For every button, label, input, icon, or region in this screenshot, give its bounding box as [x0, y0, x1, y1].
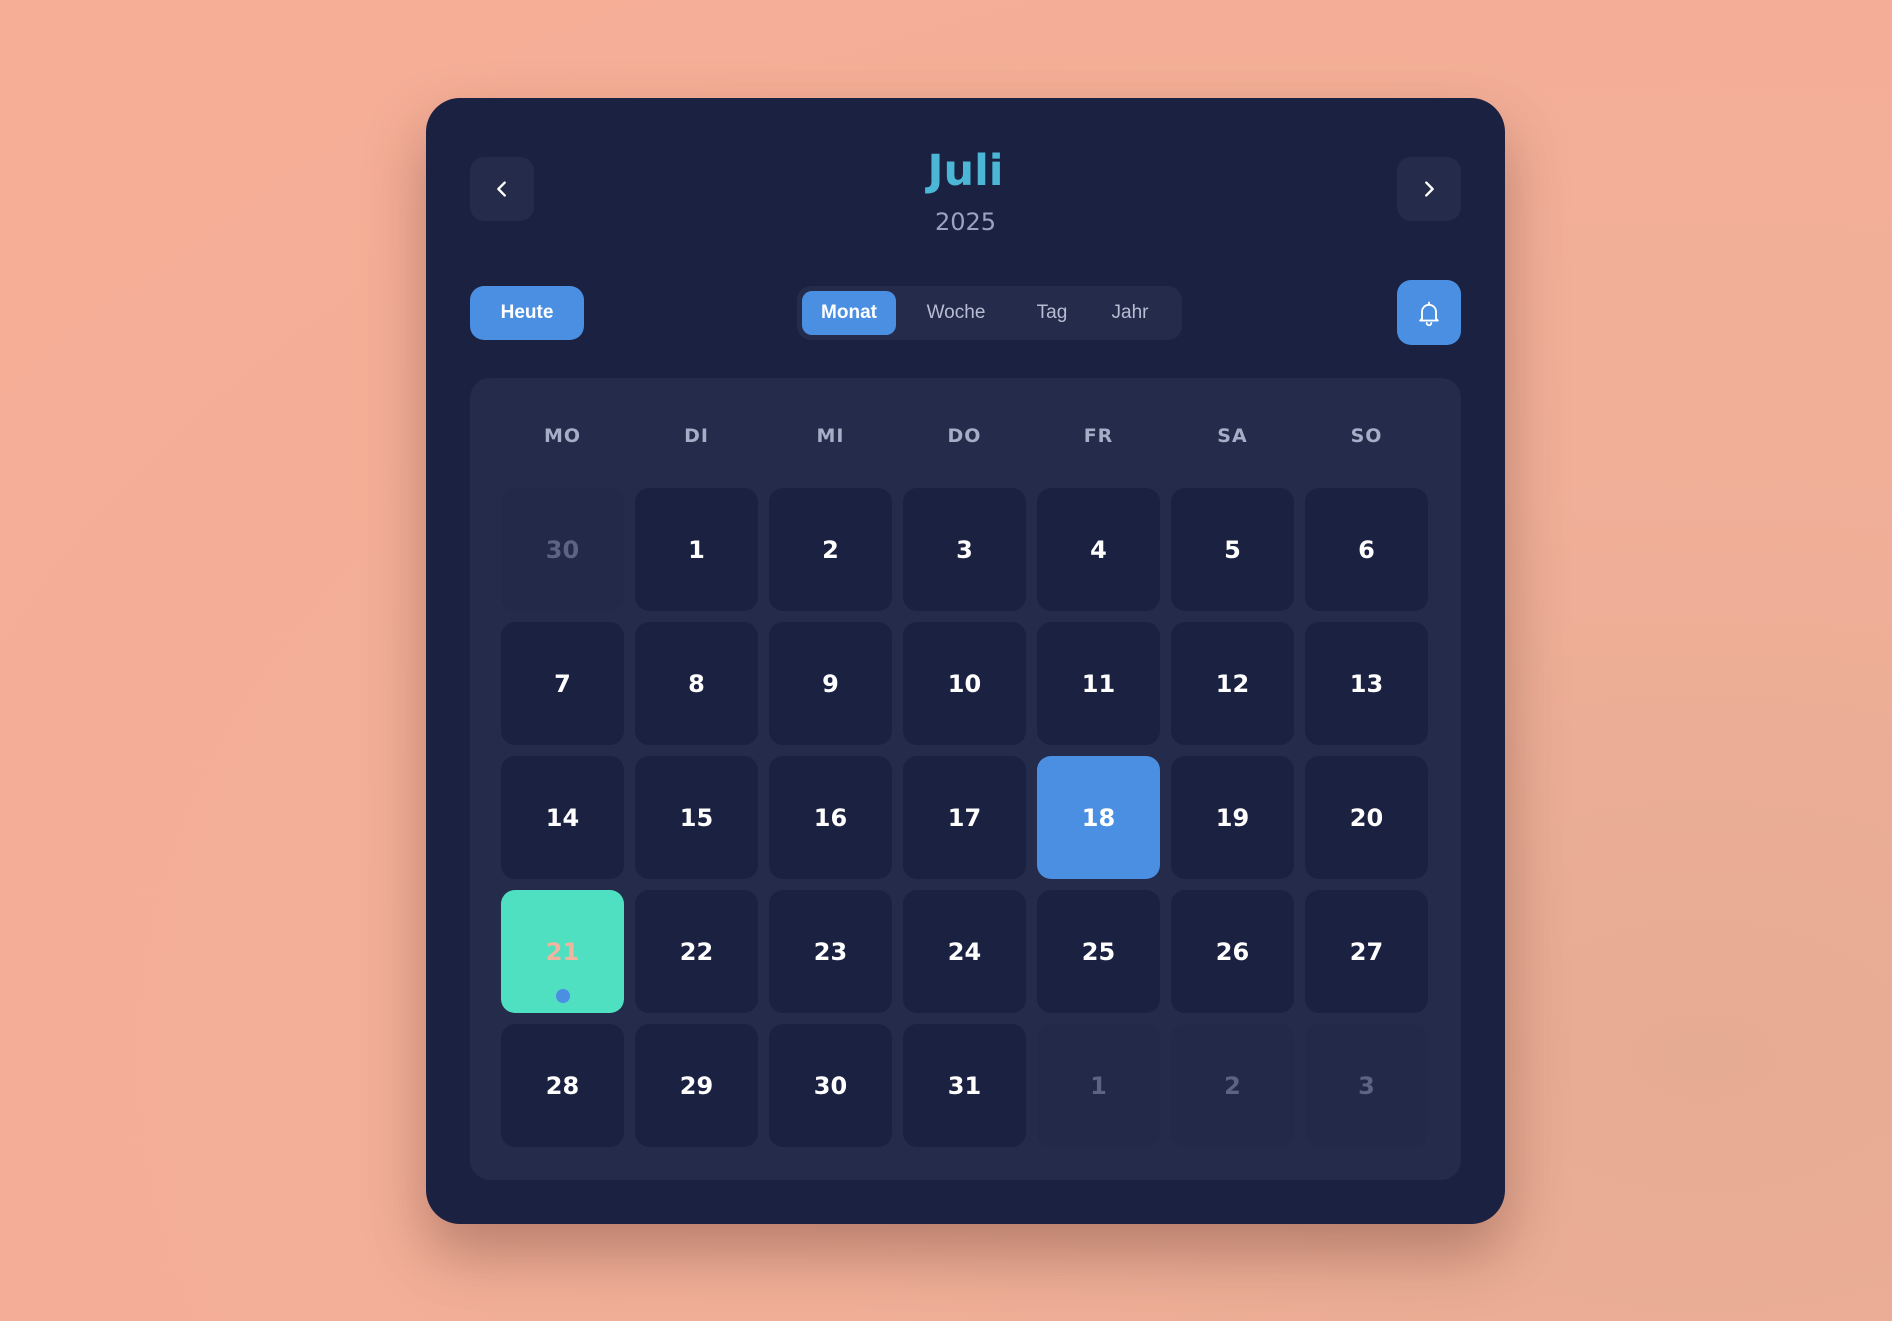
tab-week[interactable]: Woche: [896, 291, 1016, 335]
day-cell-next-month[interactable]: 2: [1171, 1024, 1294, 1147]
weekday-header: MO DI MI DO FR SA SO: [501, 416, 1430, 456]
day-cell-next-month[interactable]: 3: [1305, 1024, 1428, 1147]
day-cell-prev-month[interactable]: 30: [501, 488, 624, 611]
day-cell[interactable]: 12: [1171, 622, 1294, 745]
day-cell-today[interactable]: 21: [501, 890, 624, 1013]
day-cell[interactable]: 15: [635, 756, 758, 879]
tab-month[interactable]: Monat: [802, 291, 896, 335]
day-number: 21: [545, 937, 580, 966]
weekday-label: DI: [684, 425, 709, 447]
weekday-label: MO: [543, 425, 582, 447]
tab-day[interactable]: Tag: [1016, 291, 1088, 335]
day-cell[interactable]: 7: [501, 622, 624, 745]
chevron-right-icon: [1425, 181, 1434, 197]
day-cell[interactable]: 3: [903, 488, 1026, 611]
weekday-label: SA: [1217, 425, 1248, 447]
day-cell[interactable]: 24: [903, 890, 1026, 1013]
day-cell[interactable]: 4: [1037, 488, 1160, 611]
day-cell[interactable]: 26: [1171, 890, 1294, 1013]
day-cell[interactable]: 2: [769, 488, 892, 611]
weekday-label: DO: [947, 425, 982, 447]
next-month-button[interactable]: [1397, 157, 1461, 221]
weekday-label: FR: [1083, 425, 1114, 447]
tab-year[interactable]: Jahr: [1088, 291, 1172, 335]
day-cell[interactable]: 9: [769, 622, 892, 745]
weekday-label: MI: [816, 425, 845, 447]
bell-icon: [1419, 301, 1439, 326]
calendar-grid: MO DI MI DO FR SA SO 30 1 2 3 4 5 6 7 8 …: [470, 378, 1461, 1180]
day-cell[interactable]: 6: [1305, 488, 1428, 611]
day-cell[interactable]: 20: [1305, 756, 1428, 879]
day-cell[interactable]: 25: [1037, 890, 1160, 1013]
day-cell[interactable]: 17: [903, 756, 1026, 879]
day-cell[interactable]: 28: [501, 1024, 624, 1147]
day-cell[interactable]: 30: [769, 1024, 892, 1147]
month-title: Juli: [927, 146, 1004, 196]
day-cell[interactable]: 1: [635, 488, 758, 611]
day-cell[interactable]: 14: [501, 756, 624, 879]
day-cell[interactable]: 31: [903, 1024, 1026, 1147]
event-dot-icon: [556, 989, 570, 1003]
weekday-label: SO: [1350, 425, 1383, 447]
day-cell[interactable]: 10: [903, 622, 1026, 745]
day-cell[interactable]: 22: [635, 890, 758, 1013]
day-cell[interactable]: 13: [1305, 622, 1428, 745]
day-cell[interactable]: 19: [1171, 756, 1294, 879]
day-cell[interactable]: 16: [769, 756, 892, 879]
today-button[interactable]: Heute: [470, 286, 584, 340]
day-cell[interactable]: 29: [635, 1024, 758, 1147]
day-cell[interactable]: 8: [635, 622, 758, 745]
notifications-button[interactable]: [1397, 280, 1461, 345]
day-cell[interactable]: 11: [1037, 622, 1160, 745]
days-grid: 30 1 2 3 4 5 6 7 8 9 10 11 12 13 14 15 1…: [501, 488, 1430, 1147]
day-cell-next-month[interactable]: 1: [1037, 1024, 1160, 1147]
year-label: 2025: [934, 208, 997, 236]
calendar-card: Juli 2025 Heute Monat Woche Tag Jahr MO …: [426, 98, 1505, 1224]
day-cell[interactable]: 23: [769, 890, 892, 1013]
day-cell-selected[interactable]: 18: [1037, 756, 1160, 879]
view-switcher: Monat Woche Tag Jahr: [797, 286, 1182, 340]
day-cell[interactable]: 5: [1171, 488, 1294, 611]
day-cell[interactable]: 27: [1305, 890, 1428, 1013]
